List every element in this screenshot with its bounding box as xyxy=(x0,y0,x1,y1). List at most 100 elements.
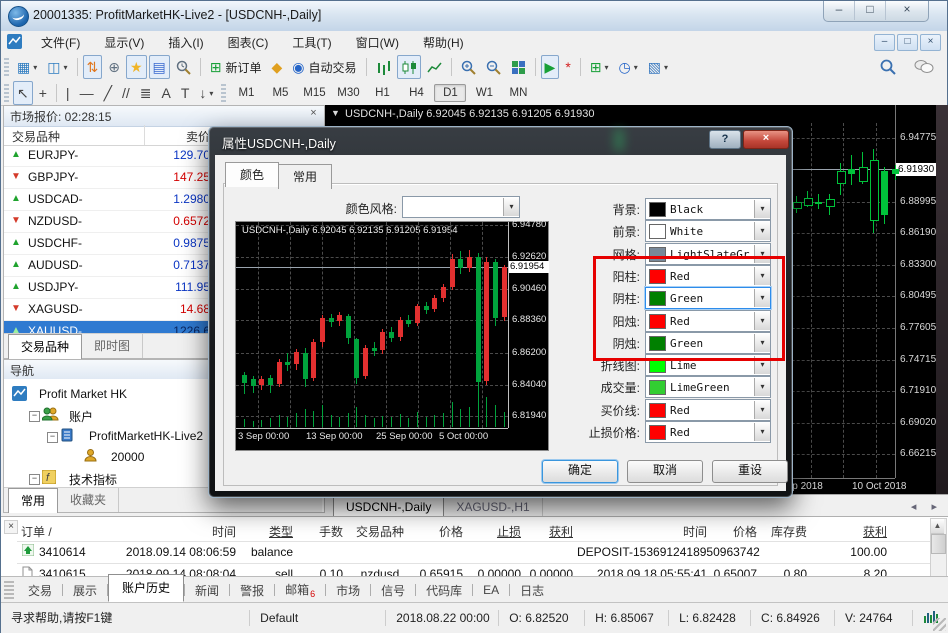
chevron-down-icon[interactable]: ▾ xyxy=(754,401,770,419)
market-watch-tab-1[interactable]: 交易品种 xyxy=(8,334,82,359)
color-select-lightslategr[interactable]: LightSlateGr▾ xyxy=(645,243,771,265)
color-select-black[interactable]: Black▾ xyxy=(645,198,771,220)
child-close-button[interactable]: × xyxy=(920,34,941,51)
chevron-down-icon[interactable]: ▾ xyxy=(754,334,770,352)
terminal-tab-3[interactable]: 账户历史 xyxy=(108,574,184,602)
terminal-tab-6[interactable]: 邮箱6 xyxy=(275,578,325,602)
zoom-out-button[interactable] xyxy=(482,55,505,79)
cursor-tool[interactable]: ↖ xyxy=(13,81,33,105)
child-minimize-button[interactable]: – xyxy=(874,34,895,51)
tree-expander-icon[interactable]: − xyxy=(29,411,40,422)
chevron-down-icon[interactable]: ▾ xyxy=(754,200,770,218)
strategy-tester-button[interactable] xyxy=(172,55,195,79)
menu-item-6[interactable]: 帮助(H) xyxy=(411,31,476,54)
new-order-button[interactable]: ⊞新订单 xyxy=(206,55,266,79)
profiles-button[interactable]: ◫▾ xyxy=(43,55,71,79)
chevron-down-icon[interactable]: ▾ xyxy=(754,289,770,307)
fibonacci-tool[interactable]: ≣ xyxy=(136,81,156,105)
terminal-tab-8[interactable]: 信号 xyxy=(371,579,415,602)
chart-window-icon[interactable] xyxy=(7,34,22,52)
cancel-button[interactable]: 取消 xyxy=(627,460,703,483)
search-button[interactable] xyxy=(876,55,900,79)
chevron-down-icon[interactable]: ▾ xyxy=(754,222,770,240)
status-profile[interactable]: Default xyxy=(250,610,386,626)
ok-button[interactable]: 确定 xyxy=(542,460,618,483)
channel-tool[interactable]: // xyxy=(118,81,134,105)
color-select-red[interactable]: Red▾ xyxy=(645,421,771,443)
toolbar-grip[interactable] xyxy=(4,581,14,599)
column-header-swap[interactable]: 库存费 xyxy=(761,523,807,540)
menu-item-3[interactable]: 图表(C) xyxy=(216,31,281,54)
new-chart-button[interactable]: ▦▾ xyxy=(13,55,41,79)
tree-expander-icon[interactable]: − xyxy=(29,474,40,485)
menu-item-0[interactable]: 文件(F) xyxy=(29,31,92,54)
label-tool[interactable]: T xyxy=(177,81,194,105)
hline-tool[interactable]: — xyxy=(76,81,98,105)
column-symbol[interactable]: 交易品种 xyxy=(12,128,60,145)
color-select-lime[interactable]: Lime▾ xyxy=(645,354,771,376)
tab-scroll-arrows[interactable]: ◂ ▸ xyxy=(911,500,943,513)
chevron-down-icon[interactable]: ▾ xyxy=(605,63,609,72)
column-bid[interactable]: 卖价 xyxy=(144,128,210,145)
reset-button[interactable]: 重设 xyxy=(712,460,788,483)
timeframe-h1[interactable]: H1 xyxy=(366,84,398,102)
chevron-down-icon[interactable]: ▾ xyxy=(754,423,770,441)
tree-expander-icon[interactable]: − xyxy=(47,432,58,443)
terminal-tab-1[interactable]: 交易 xyxy=(18,579,62,602)
chevron-down-icon[interactable]: ▾ xyxy=(754,378,770,396)
crosshair-tool[interactable]: + xyxy=(35,81,51,105)
menu-item-4[interactable]: 工具(T) xyxy=(280,31,343,54)
vline-tool[interactable]: | xyxy=(62,81,74,105)
market-watch-button[interactable]: ⇅ xyxy=(83,55,103,79)
trendline-tool[interactable]: ╱ xyxy=(100,81,116,105)
toolbar-grip[interactable] xyxy=(4,58,9,76)
chevron-down-icon[interactable]: ▾ xyxy=(754,312,770,330)
menu-item-1[interactable]: 显示(V) xyxy=(92,31,156,54)
color-select-red[interactable]: Red▾ xyxy=(645,265,771,287)
dialog-tab-common[interactable]: 常用 xyxy=(278,164,332,189)
column-header-tp[interactable]: 获利 xyxy=(525,523,573,540)
timeframe-h4[interactable]: H4 xyxy=(400,84,432,102)
data-window-button[interactable]: ⊕ xyxy=(104,55,124,79)
chevron-down-icon[interactable]: ▾ xyxy=(63,63,67,72)
indicators-button[interactable]: ⊞▾ xyxy=(586,55,613,79)
toolbar-grip[interactable] xyxy=(4,84,9,102)
timeframe-m1[interactable]: M1 xyxy=(230,84,262,102)
navigator-button[interactable]: ★ xyxy=(126,55,147,79)
column-header-symbol[interactable]: 交易品种 xyxy=(347,523,413,540)
chevron-down-icon[interactable]: ▾ xyxy=(754,267,770,285)
timeframe-mn[interactable]: MN xyxy=(502,84,534,102)
terminal-tab-2[interactable]: 展示 xyxy=(63,579,107,602)
help-button[interactable]: ? xyxy=(709,130,741,149)
autotrading-button[interactable]: ◉自动交易 xyxy=(288,55,360,79)
tree-item-label[interactable]: Profit Market HK xyxy=(39,387,127,401)
chevron-down-icon[interactable]: ▾ xyxy=(33,63,37,72)
ea-stop-button[interactable]: * xyxy=(561,55,574,79)
dialog-tab-colors[interactable]: 颜色 xyxy=(225,162,279,187)
chart-tab-2[interactable]: XAGUSD-,H1 xyxy=(444,498,542,517)
terminal-tab-11[interactable]: 日志 xyxy=(510,579,554,602)
market-watch-tab-2[interactable]: 即时图 xyxy=(82,334,143,358)
terminal-tab-4[interactable]: 新闻 xyxy=(185,579,229,602)
timeframe-d1[interactable]: D1 xyxy=(434,84,466,102)
close-icon[interactable]: × xyxy=(4,520,18,534)
color-select-red[interactable]: Red▾ xyxy=(645,399,771,421)
scroll-thumb[interactable] xyxy=(931,534,946,554)
tree-item-label[interactable]: ProfitMarketHK-Live2 xyxy=(89,429,203,443)
close-button[interactable]: × xyxy=(743,130,789,149)
column-header-order[interactable]: 订单 / xyxy=(21,523,101,540)
column-header-type[interactable]: 类型 xyxy=(240,523,293,540)
chevron-down-icon[interactable]: ▾ xyxy=(664,63,668,72)
line-chart-button[interactable] xyxy=(423,55,446,79)
minimize-button[interactable]: – xyxy=(824,1,855,20)
tree-item-label[interactable]: 账户 xyxy=(69,408,93,425)
close-button[interactable]: × xyxy=(886,1,928,20)
b​ar-chart-button[interactable] xyxy=(372,55,395,79)
column-header-sl[interactable]: 止损 xyxy=(467,523,521,540)
chevron-down-icon[interactable]: ▾ xyxy=(634,63,638,72)
column-header-price[interactable]: 价格 xyxy=(415,523,463,540)
chat-button[interactable] xyxy=(910,55,938,79)
chevron-down-icon[interactable]: ▾ xyxy=(754,356,770,374)
tree-item-label[interactable]: 20000 xyxy=(111,450,144,464)
candle-chart-button[interactable] xyxy=(397,55,421,79)
